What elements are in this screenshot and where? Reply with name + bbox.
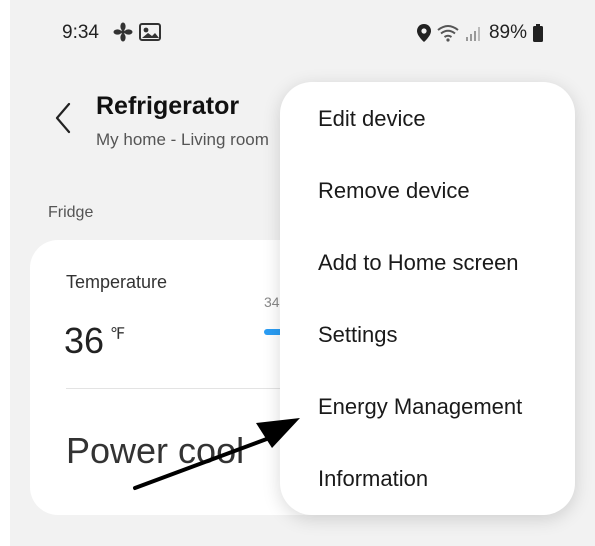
annotation-arrow xyxy=(133,418,300,490)
arrow-shaft xyxy=(133,435,274,490)
arrow-head xyxy=(256,418,300,448)
app-screen: 9:34 89% Refrigerator My home - Living r… xyxy=(10,0,595,546)
